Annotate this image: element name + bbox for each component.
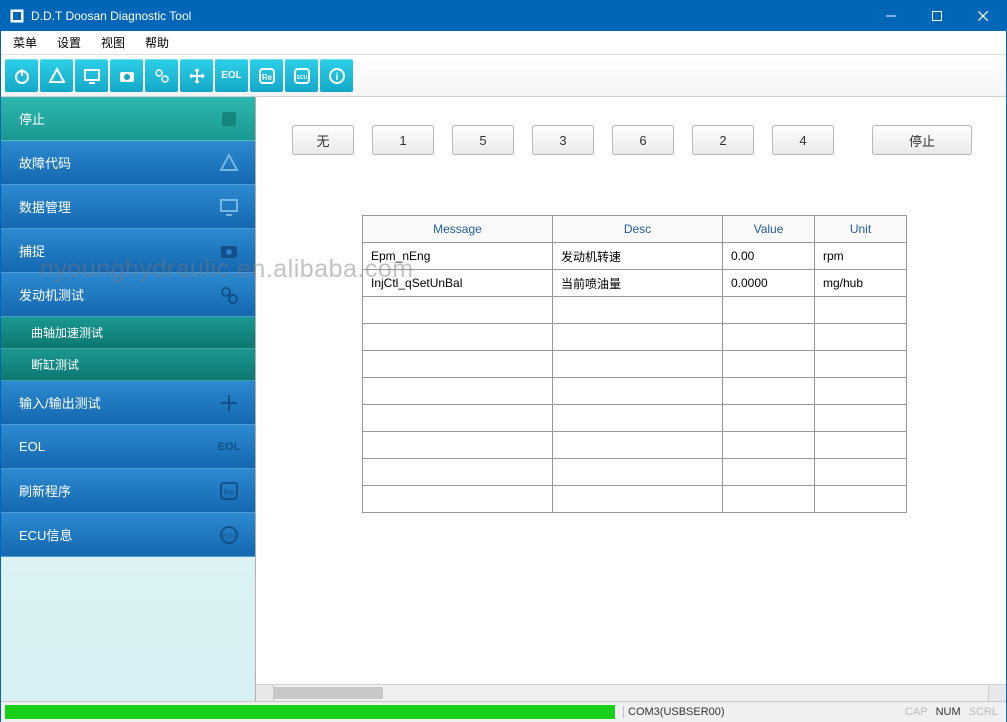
- table-row[interactable]: InjCtl_qSetUnBal 当前喷油量 0.0000 mg/hub: [363, 270, 907, 297]
- menu-item[interactable]: 帮助: [141, 32, 173, 53]
- horizontal-scrollbar[interactable]: [256, 684, 1006, 701]
- btn-5[interactable]: 5: [452, 125, 514, 155]
- sidebar-label: 发动机测试: [19, 285, 84, 304]
- sidebar-label: 输入/输出测试: [19, 393, 101, 412]
- app-icon: [9, 8, 25, 24]
- col-unit[interactable]: Unit: [815, 216, 907, 243]
- table-row[interactable]: [363, 351, 907, 378]
- tool-monitor-icon[interactable]: [75, 59, 108, 92]
- sidebar-label: EOL: [19, 439, 45, 454]
- toolbar: EOL Re ECU i: [1, 55, 1006, 97]
- eol-icon: EOL: [217, 435, 241, 459]
- minimize-button[interactable]: [868, 1, 914, 31]
- col-desc[interactable]: Desc: [553, 216, 723, 243]
- sidebar-item-cylinder-cutoff-test[interactable]: 断缸测试: [1, 349, 255, 381]
- warning-icon: [217, 151, 241, 175]
- menu-item[interactable]: 菜单: [9, 32, 41, 53]
- sidebar-label: 捕捉: [19, 241, 45, 260]
- tool-re-icon[interactable]: Re: [250, 59, 283, 92]
- status-port: COM3(USBSER00): [623, 706, 725, 718]
- table-row[interactable]: [363, 297, 907, 324]
- statusbar: COM3(USBSER00) CAP NUM SCRL: [1, 701, 1006, 722]
- svg-text:i: i: [335, 72, 338, 83]
- tool-eol-icon[interactable]: EOL: [215, 59, 248, 92]
- menubar: 菜单 设置 视图 帮助: [1, 31, 1006, 55]
- sidebar-label: 故障代码: [19, 153, 71, 172]
- maximize-button[interactable]: [914, 1, 960, 31]
- status-scrl: SCRL: [967, 706, 1000, 718]
- sidebar-item-stop[interactable]: 停止: [1, 97, 255, 141]
- content-area: 无 1 5 3 6 2 4 停止 Message Desc Value Unit: [255, 97, 1006, 701]
- svg-text:ECU: ECU: [296, 75, 307, 81]
- btn-6[interactable]: 6: [612, 125, 674, 155]
- monitor-icon: [217, 195, 241, 219]
- sidebar: 停止 故障代码 数据管理 捕捉 发动机测试 曲轴加速测试 断缸测试 输入/输出测…: [1, 97, 255, 701]
- sidebar-label: 曲轴加速测试: [31, 324, 103, 341]
- table-row[interactable]: [363, 486, 907, 513]
- sidebar-label: 数据管理: [19, 197, 71, 216]
- sidebar-item-ecu-info[interactable]: ECU信息 ECU: [1, 513, 255, 557]
- status-num: NUM: [934, 706, 963, 718]
- tool-camera-icon[interactable]: [110, 59, 143, 92]
- sidebar-label: 刷新程序: [19, 481, 71, 500]
- camera-icon: [217, 239, 241, 263]
- sidebar-label: ECU信息: [19, 525, 72, 544]
- svg-text:Re: Re: [261, 73, 272, 82]
- sidebar-item-engine-test[interactable]: 发动机测试: [1, 273, 255, 317]
- table-row[interactable]: [363, 432, 907, 459]
- btn-3[interactable]: 3: [532, 125, 594, 155]
- btn-2[interactable]: 2: [692, 125, 754, 155]
- menu-item[interactable]: 设置: [53, 32, 85, 53]
- gears-icon: [217, 283, 241, 307]
- col-message[interactable]: Message: [363, 216, 553, 243]
- table-row[interactable]: [363, 459, 907, 486]
- sidebar-item-data-mgmt[interactable]: 数据管理: [1, 185, 255, 229]
- table-row[interactable]: [363, 405, 907, 432]
- tool-arrows-icon[interactable]: [180, 59, 213, 92]
- stop-icon: [217, 107, 241, 131]
- sidebar-item-fault-codes[interactable]: 故障代码: [1, 141, 255, 185]
- button-row: 无 1 5 3 6 2 4 停止: [292, 125, 1006, 155]
- status-cap: CAP: [903, 706, 930, 718]
- btn-stop[interactable]: 停止: [872, 125, 972, 155]
- menu-item[interactable]: 视图: [97, 32, 129, 53]
- table-row[interactable]: [363, 324, 907, 351]
- svg-text:ECU: ECU: [223, 534, 236, 540]
- tool-info-icon[interactable]: i: [320, 59, 353, 92]
- tool-power-icon[interactable]: [5, 59, 38, 92]
- btn-4[interactable]: 4: [772, 125, 834, 155]
- sidebar-label: 停止: [19, 109, 45, 128]
- re-icon: Re: [217, 479, 241, 503]
- svg-text:Re: Re: [224, 488, 235, 497]
- window-title: D.D.T Doosan Diagnostic Tool: [31, 9, 868, 23]
- sidebar-item-capture[interactable]: 捕捉: [1, 229, 255, 273]
- sidebar-item-crankshaft-test[interactable]: 曲轴加速测试: [1, 317, 255, 349]
- btn-none[interactable]: 无: [292, 125, 354, 155]
- arrows-icon: [217, 391, 241, 415]
- tool-ecu-icon[interactable]: ECU: [285, 59, 318, 92]
- btn-1[interactable]: 1: [372, 125, 434, 155]
- ecu-icon: ECU: [217, 523, 241, 547]
- table-row[interactable]: [363, 378, 907, 405]
- sidebar-item-io-test[interactable]: 输入/输出测试: [1, 381, 255, 425]
- sidebar-item-flash[interactable]: 刷新程序 Re: [1, 469, 255, 513]
- tool-gears-icon[interactable]: [145, 59, 178, 92]
- close-button[interactable]: [960, 1, 1006, 31]
- data-table: Message Desc Value Unit Epm_nEng 发动机转速 0…: [362, 215, 907, 513]
- sidebar-item-eol[interactable]: EOL EOL: [1, 425, 255, 469]
- status-progress: [5, 705, 615, 719]
- titlebar: D.D.T Doosan Diagnostic Tool: [1, 1, 1006, 31]
- sidebar-label: 断缸测试: [31, 356, 79, 373]
- col-value[interactable]: Value: [723, 216, 815, 243]
- tool-warning-icon[interactable]: [40, 59, 73, 92]
- table-row[interactable]: Epm_nEng 发动机转速 0.00 rpm: [363, 243, 907, 270]
